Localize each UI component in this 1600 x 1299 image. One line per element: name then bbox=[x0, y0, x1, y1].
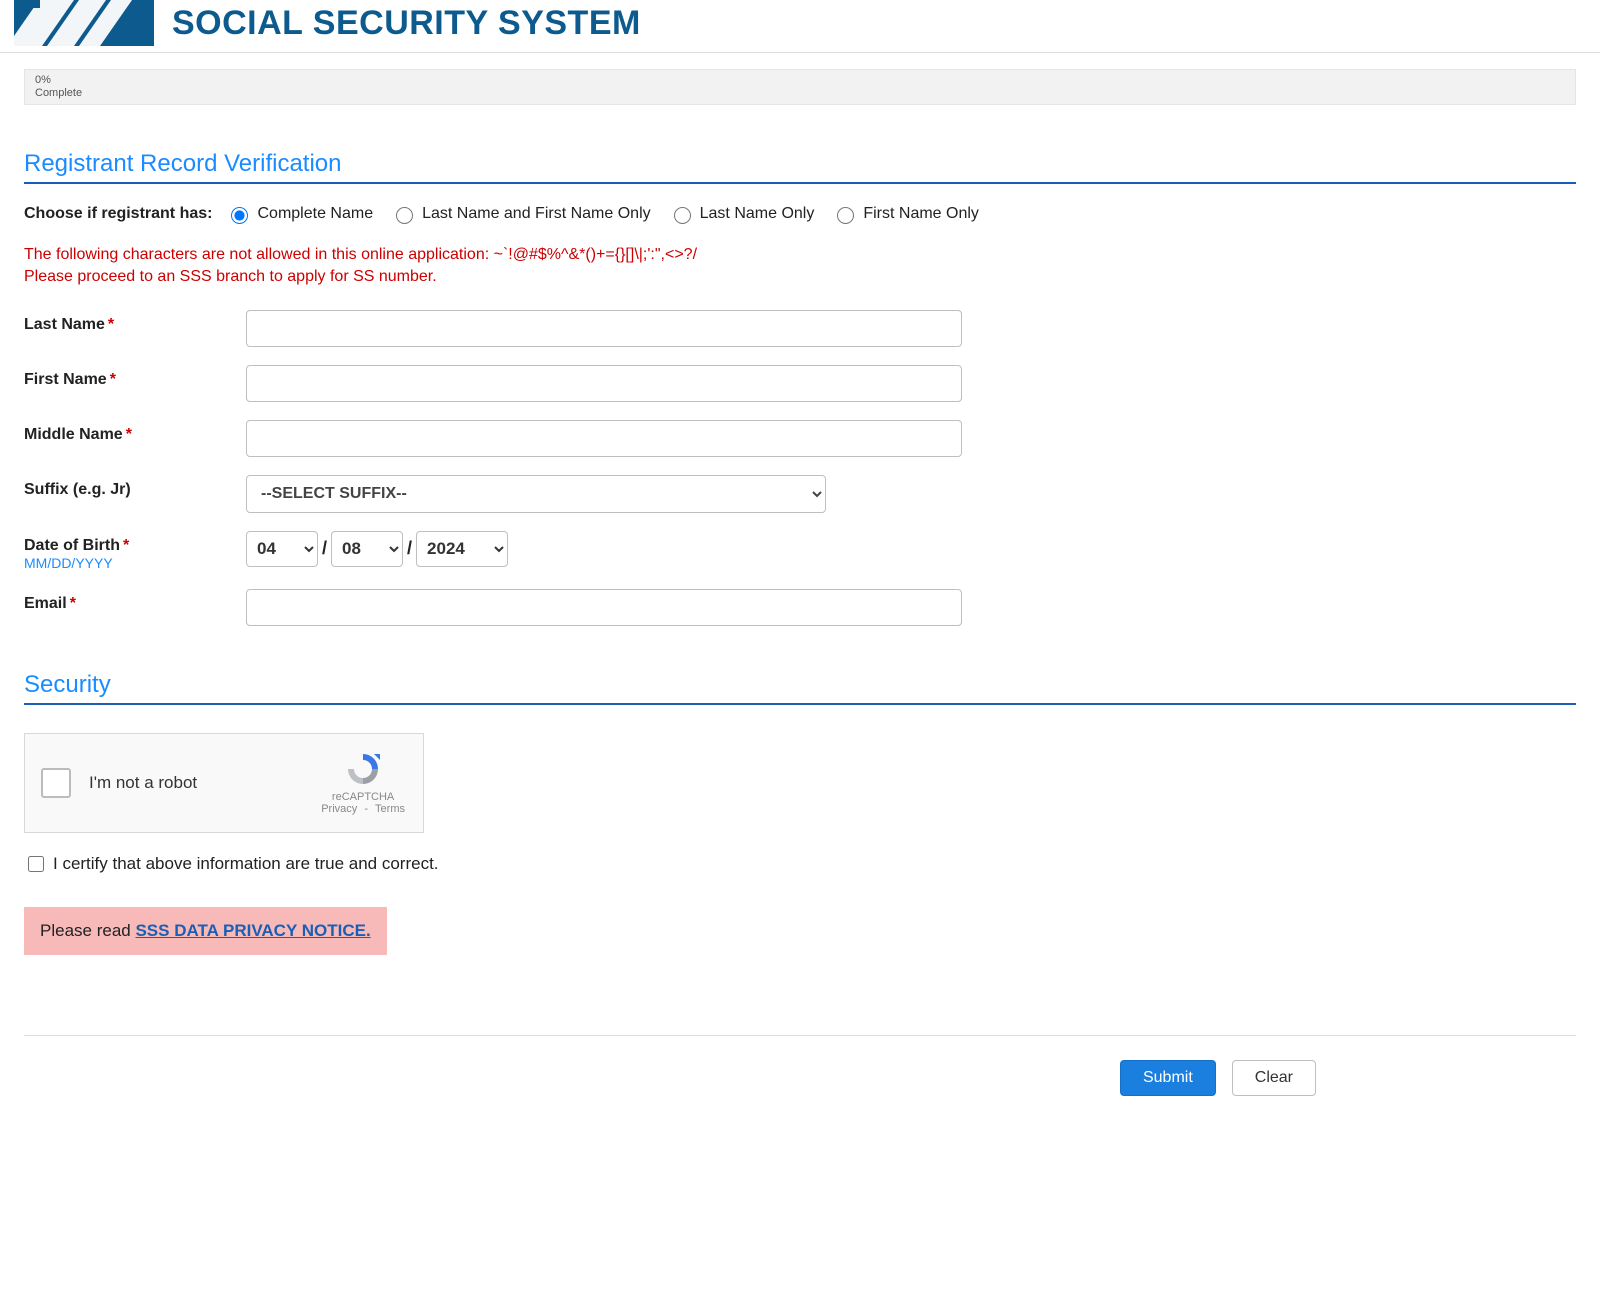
email-label: Email* bbox=[24, 589, 246, 613]
clear-button[interactable]: Clear bbox=[1232, 1060, 1316, 1096]
progress-percent: 0% bbox=[35, 74, 1565, 87]
recaptcha-terms-link[interactable]: Terms bbox=[375, 803, 405, 815]
radio-first-only[interactable]: First Name Only bbox=[832, 204, 979, 224]
site-header: SOCIAL SECURITY SYSTEM bbox=[0, 0, 1600, 53]
dob-hint: MM/DD/YYYY bbox=[24, 555, 246, 571]
radio-last-first[interactable]: Last Name and First Name Only bbox=[391, 204, 651, 224]
registrant-choice-row: Choose if registrant has: Complete Name … bbox=[24, 204, 1576, 224]
progress-label: Complete bbox=[35, 87, 1565, 100]
suffix-select[interactable]: --SELECT SUFFIX-- bbox=[246, 475, 826, 513]
certify-text: I certify that above information are tru… bbox=[53, 854, 439, 874]
suffix-label: Suffix (e.g. Jr) bbox=[24, 475, 246, 499]
section-title-security: Security bbox=[24, 671, 1576, 705]
error-line-2: Please proceed to an SSS branch to apply… bbox=[24, 266, 1576, 288]
recaptcha-widget[interactable]: I'm not a robot reCAPTCHA Privacy - Term… bbox=[24, 733, 424, 833]
recaptcha-icon bbox=[344, 750, 382, 788]
recaptcha-checkbox[interactable] bbox=[41, 768, 71, 798]
dob-sep-2: / bbox=[407, 538, 412, 559]
radio-first-only-text: First Name Only bbox=[863, 205, 979, 223]
dob-day-select[interactable]: 08 bbox=[331, 531, 403, 567]
radio-first-only-input[interactable] bbox=[837, 207, 854, 224]
section-title-verification: Registrant Record Verification bbox=[24, 150, 1576, 184]
radio-complete-name[interactable]: Complete Name bbox=[226, 204, 373, 224]
footer-divider bbox=[24, 1035, 1576, 1036]
submit-button[interactable]: Submit bbox=[1120, 1060, 1216, 1096]
dob-month-select[interactable]: 04 bbox=[246, 531, 318, 567]
site-title: SOCIAL SECURITY SYSTEM bbox=[172, 4, 641, 43]
certify-checkbox[interactable] bbox=[28, 856, 44, 872]
progress-bar: 0% Complete bbox=[24, 69, 1576, 105]
recaptcha-badge: reCAPTCHA Privacy - Terms bbox=[319, 750, 407, 815]
button-row: Submit Clear bbox=[24, 1060, 1576, 1096]
dob-label: Date of Birth* MM/DD/YYYY bbox=[24, 531, 246, 571]
privacy-prefix: Please read bbox=[40, 921, 131, 940]
radio-last-first-text: Last Name and First Name Only bbox=[422, 205, 651, 223]
dob-group: 04 / 08 / 2024 bbox=[246, 531, 508, 567]
radio-last-only-text: Last Name Only bbox=[700, 205, 815, 223]
sss-logo bbox=[14, 0, 154, 46]
registrant-choice-label: Choose if registrant has: bbox=[24, 205, 212, 223]
dob-sep-1: / bbox=[322, 538, 327, 559]
radio-last-only[interactable]: Last Name Only bbox=[669, 204, 815, 224]
privacy-notice-link[interactable]: SSS DATA PRIVACY NOTICE. bbox=[135, 921, 370, 940]
certify-row: I certify that above information are tru… bbox=[24, 853, 1576, 875]
middle-name-label: Middle Name* bbox=[24, 420, 246, 444]
radio-complete-text: Complete Name bbox=[257, 205, 373, 223]
recaptcha-brand: reCAPTCHA bbox=[319, 791, 407, 803]
dob-year-select[interactable]: 2024 bbox=[416, 531, 508, 567]
email-input[interactable] bbox=[246, 589, 962, 626]
first-name-input[interactable] bbox=[246, 365, 962, 402]
privacy-notice-box: Please read SSS DATA PRIVACY NOTICE. bbox=[24, 907, 387, 955]
first-name-label: First Name* bbox=[24, 365, 246, 389]
error-message: The following characters are not allowed… bbox=[24, 244, 1576, 287]
last-name-label: Last Name* bbox=[24, 310, 246, 334]
middle-name-input[interactable] bbox=[246, 420, 962, 457]
radio-last-first-input[interactable] bbox=[396, 207, 413, 224]
recaptcha-privacy-link[interactable]: Privacy bbox=[321, 803, 357, 815]
error-line-1: The following characters are not allowed… bbox=[24, 244, 1576, 266]
last-name-input[interactable] bbox=[246, 310, 962, 347]
recaptcha-text: I'm not a robot bbox=[89, 773, 197, 793]
radio-last-only-input[interactable] bbox=[674, 207, 691, 224]
radio-complete-input[interactable] bbox=[231, 207, 248, 224]
